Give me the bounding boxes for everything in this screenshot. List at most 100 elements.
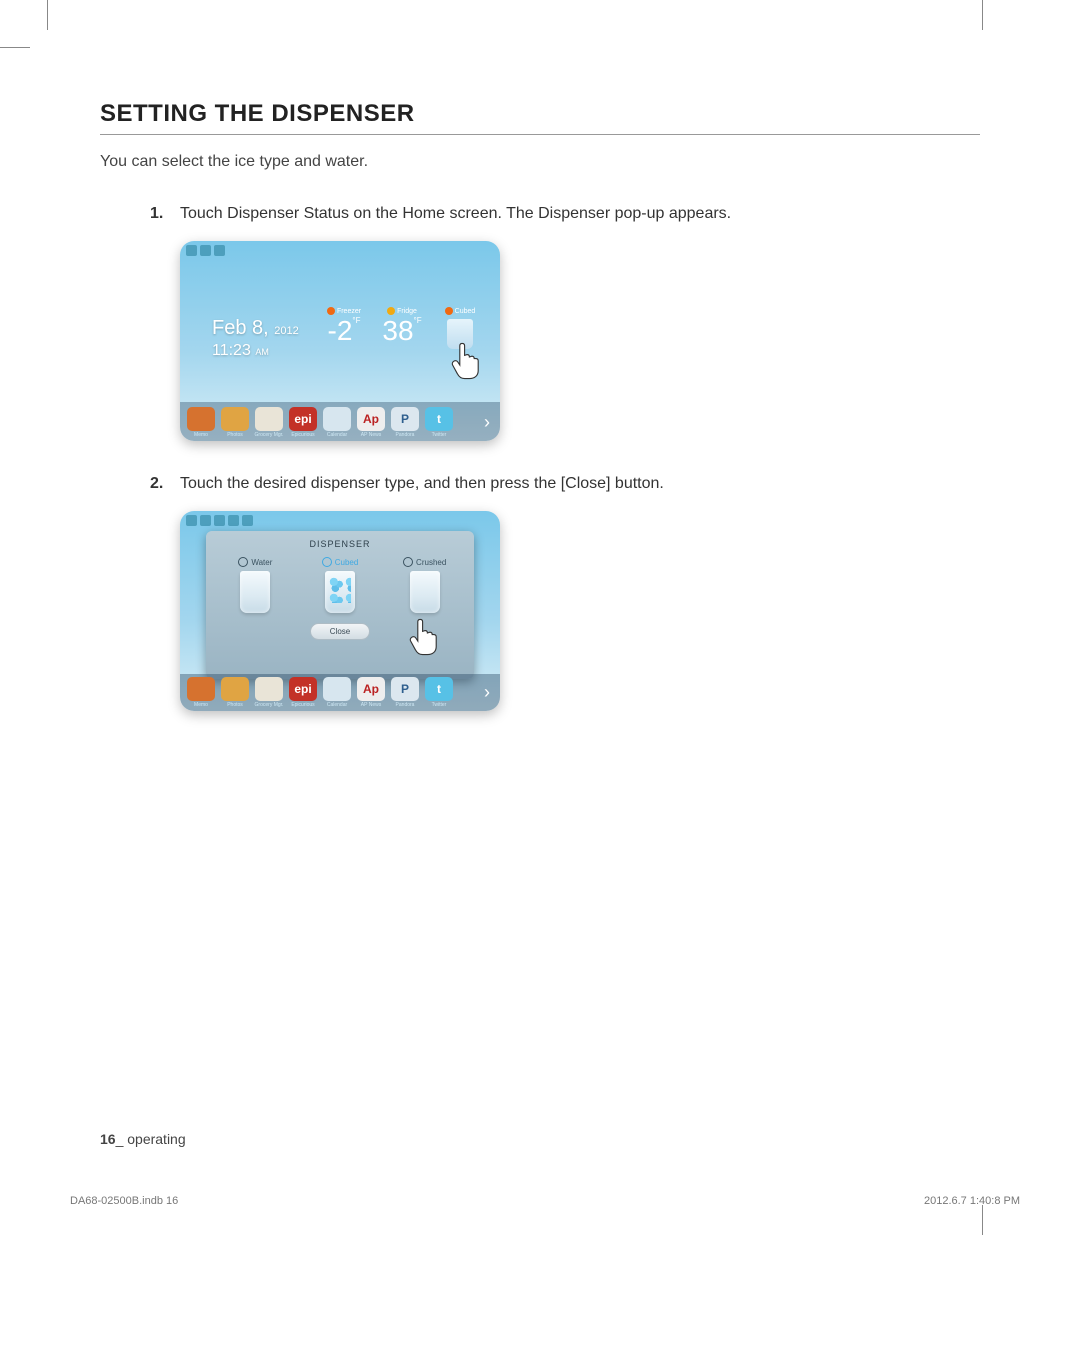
fridge-temp: Fridge 38°F xyxy=(378,307,426,345)
app-icon xyxy=(187,407,215,431)
app-icon: epi xyxy=(289,407,317,431)
screenshot-dispenser-popup: DISPENSER WaterCubedCrushed Close Memo Ph… xyxy=(180,511,500,711)
app-dock: Memo Photos Grocery Mgr. epiEpicurious Calen… xyxy=(180,674,500,711)
date-time-widget: Feb 8, 2012 11:23 AM xyxy=(212,317,299,360)
close-button[interactable]: Close xyxy=(310,623,370,640)
app-icon: t xyxy=(425,407,453,431)
dock-label: AP News xyxy=(356,702,386,708)
dock-label: Memo xyxy=(186,432,216,438)
app-icon: Ap xyxy=(357,407,385,431)
app-icon xyxy=(221,677,249,701)
step-1: 1. Touch Dispenser Status on the Home sc… xyxy=(150,205,980,223)
dock-label: Twitter xyxy=(424,432,454,438)
dock-label: Twitter xyxy=(424,702,454,708)
dock-next-arrow-icon[interactable]: › xyxy=(480,412,494,433)
step-1-text: Touch Dispenser Status on the Home scree… xyxy=(180,205,731,223)
page-footer: 16_ operating xyxy=(100,1131,186,1147)
step-2-number: 2. xyxy=(150,475,170,493)
app-icon: t xyxy=(425,677,453,701)
dock-label: Grocery Mgr. xyxy=(254,702,284,708)
print-timestamp: 2012.6.7 1:40:8 PM xyxy=(924,1195,1020,1207)
status-icon xyxy=(242,515,253,526)
glass-icon xyxy=(238,557,248,567)
page-number: 16 xyxy=(100,1131,116,1147)
dispenser-option-cubed[interactable]: Cubed xyxy=(301,557,380,613)
app-icon: epi xyxy=(289,677,317,701)
status-bar xyxy=(186,515,253,526)
step-2: 2. Touch the desired dispenser type, and… xyxy=(150,475,980,493)
glass-graphic xyxy=(410,571,440,613)
dock-label: Pandora xyxy=(390,702,420,708)
date-year: 2012 xyxy=(274,325,298,337)
dock-app-grocery-mgr-[interactable]: Grocery Mgr. xyxy=(254,677,284,708)
app-icon: P xyxy=(391,677,419,701)
freezer-icon xyxy=(327,307,335,315)
status-icon xyxy=(186,245,197,256)
app-icon xyxy=(255,407,283,431)
app-icon: P xyxy=(391,407,419,431)
app-icon xyxy=(221,407,249,431)
modal-title: DISPENSER xyxy=(216,539,464,549)
dock-label: Calendar xyxy=(322,432,352,438)
dock-app-ap-news[interactable]: ApAP News xyxy=(356,407,386,438)
dock-app-calendar[interactable]: Calendar xyxy=(322,407,352,438)
app-icon xyxy=(187,677,215,701)
dock-label: Epicurious xyxy=(288,432,318,438)
dock-app-pandora[interactable]: PPandora xyxy=(390,407,420,438)
app-icon xyxy=(323,677,351,701)
print-file: DA68-02500B.indb 16 xyxy=(70,1195,178,1207)
freezer-temp: Freezer -2°F xyxy=(320,307,368,345)
section-title: SETTING THE DISPENSER xyxy=(100,100,980,135)
glass-icon xyxy=(322,557,332,567)
dock-label: AP News xyxy=(356,432,386,438)
status-icon xyxy=(214,515,225,526)
touch-hand-icon xyxy=(450,341,484,381)
step-2-text: Touch the desired dispenser type, and th… xyxy=(180,475,664,493)
time-text: 11:23 xyxy=(212,342,251,359)
glass-graphic xyxy=(325,571,355,613)
dock-app-epicurious[interactable]: epiEpicurious xyxy=(288,407,318,438)
dock-app-twitter[interactable]: tTwitter xyxy=(424,407,454,438)
dock-app-memo[interactable]: Memo xyxy=(186,677,216,708)
glass-icon xyxy=(403,557,413,567)
dispenser-option-crushed[interactable]: Crushed xyxy=(385,557,464,613)
dock-app-pandora[interactable]: PPandora xyxy=(390,677,420,708)
footer-section: _ operating xyxy=(116,1131,186,1147)
dock-app-twitter[interactable]: tTwitter xyxy=(424,677,454,708)
screenshot-home: Feb 8, 2012 11:23 AM Freezer -2°F Fridge… xyxy=(180,241,500,441)
dock-label: Memo xyxy=(186,702,216,708)
dock-app-photos[interactable]: Photos xyxy=(220,677,250,708)
app-icon xyxy=(323,407,351,431)
intro-text: You can select the ice type and water. xyxy=(100,153,980,171)
dock-label: Pandora xyxy=(390,432,420,438)
dock-app-epicurious[interactable]: epiEpicurious xyxy=(288,677,318,708)
time-ampm: AM xyxy=(255,347,269,357)
app-icon xyxy=(255,677,283,701)
app-dock: Memo Photos Grocery Mgr. epiEpicurious Calen… xyxy=(180,402,500,441)
status-icon xyxy=(200,245,211,256)
dispenser-option-water[interactable]: Water xyxy=(216,557,295,613)
status-bar xyxy=(186,245,225,256)
app-icon: Ap xyxy=(357,677,385,701)
dock-label: Calendar xyxy=(322,702,352,708)
cubed-icon xyxy=(445,307,453,315)
touch-hand-icon xyxy=(408,617,442,657)
fridge-icon xyxy=(387,307,395,315)
dock-label: Photos xyxy=(220,432,250,438)
status-icon xyxy=(228,515,239,526)
dock-app-calendar[interactable]: Calendar xyxy=(322,677,352,708)
dock-app-grocery-mgr-[interactable]: Grocery Mgr. xyxy=(254,407,284,438)
status-icon xyxy=(200,515,211,526)
status-icon xyxy=(214,245,225,256)
status-icon xyxy=(186,515,197,526)
dock-app-photos[interactable]: Photos xyxy=(220,407,250,438)
dock-label: Grocery Mgr. xyxy=(254,432,284,438)
dock-app-ap-news[interactable]: ApAP News xyxy=(356,677,386,708)
date-text: Feb 8, xyxy=(212,317,269,339)
dock-next-arrow-icon[interactable]: › xyxy=(480,682,494,703)
glass-graphic xyxy=(240,571,270,613)
dock-app-memo[interactable]: Memo xyxy=(186,407,216,438)
dock-label: Epicurious xyxy=(288,702,318,708)
step-1-number: 1. xyxy=(150,205,170,223)
print-footer: DA68-02500B.indb 16 2012.6.7 1:40:8 PM xyxy=(70,1195,1020,1207)
